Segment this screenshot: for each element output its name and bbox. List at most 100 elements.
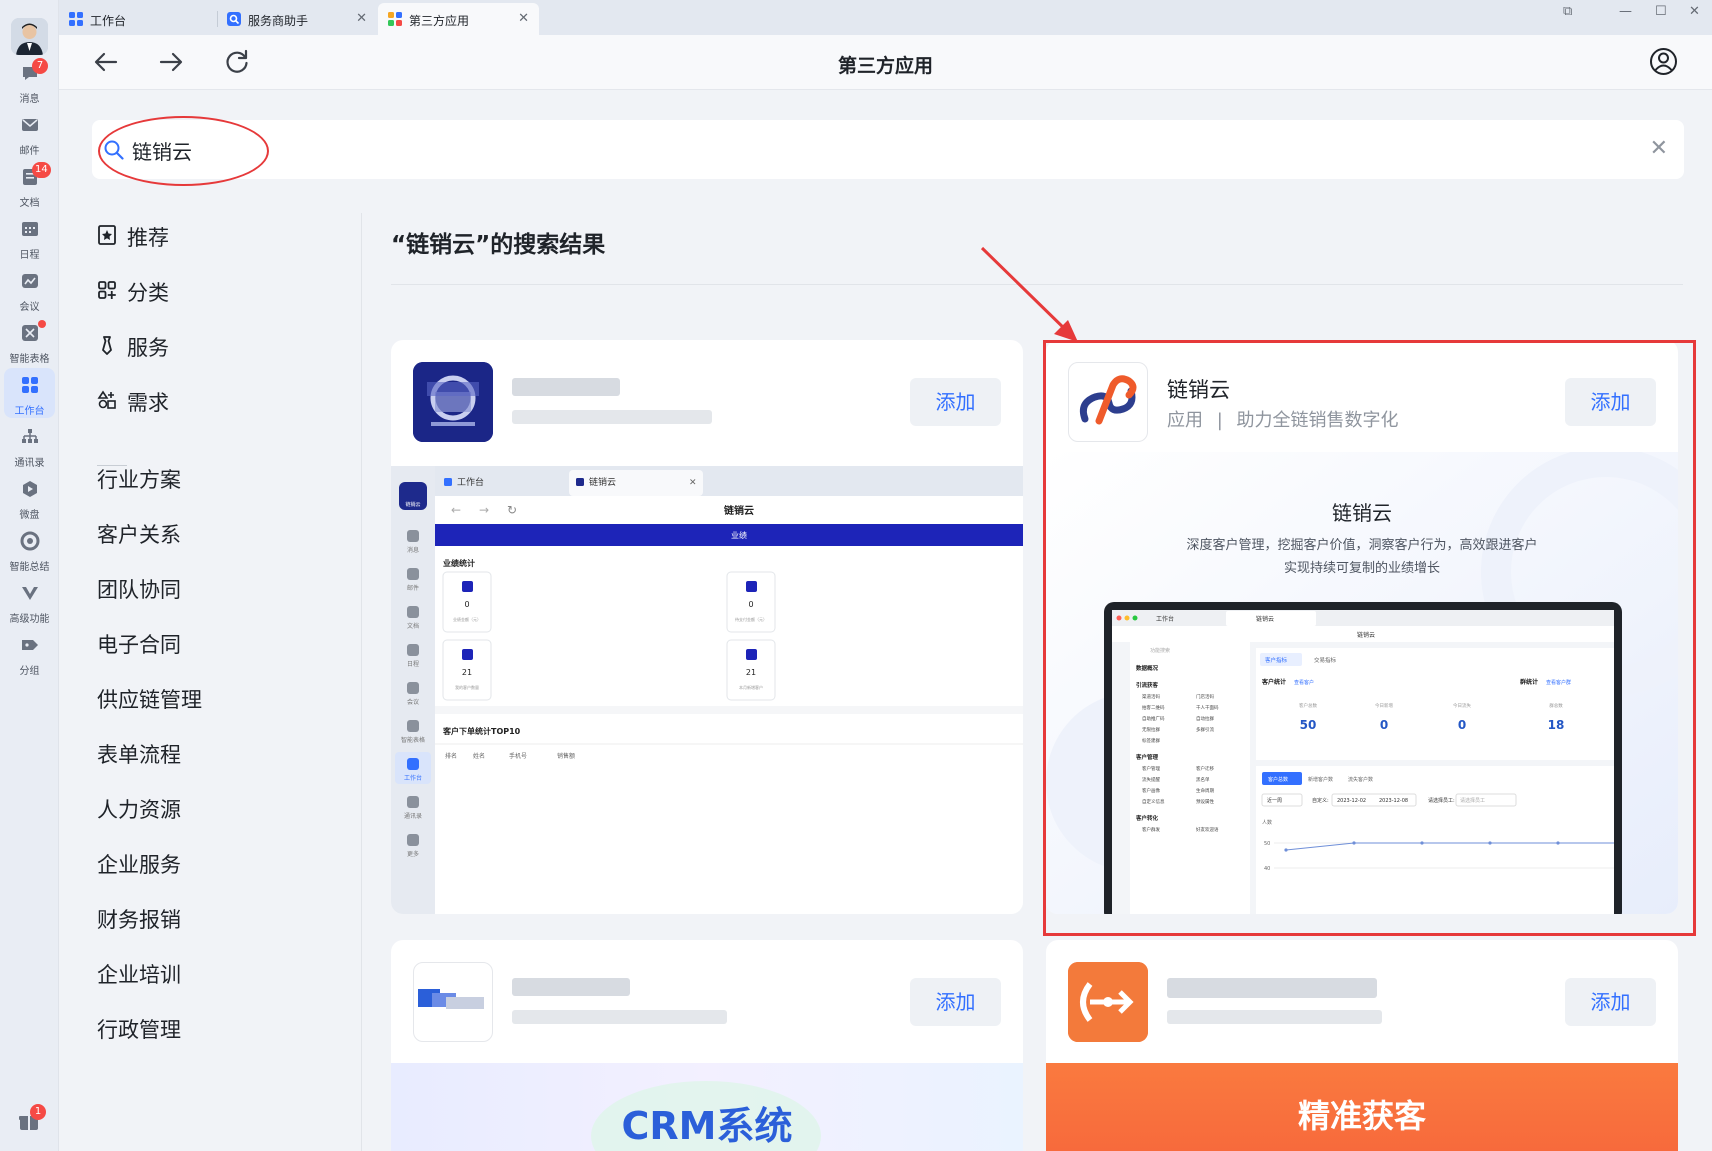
window-close-icon[interactable]: ✕	[1689, 4, 1700, 19]
rail-item-summary[interactable]: 智能总结	[4, 524, 55, 574]
app-card-1[interactable]: 添加 链销云 消息 邮件 文档 日程 会议 智能表格 工作台 通讯录 更多 工作台 链销云 ✕ …	[391, 340, 1023, 914]
rail-item-chat[interactable]: 消息 7	[4, 56, 55, 106]
tab-label: 第三方应用	[409, 14, 470, 28]
maximize-icon[interactable]: ☐	[1655, 4, 1667, 19]
category-label: 分类	[127, 281, 169, 305]
minimize-icon[interactable]: —	[1619, 4, 1632, 19]
tab-third-party-apps[interactable]: 第三方应用 ✕	[378, 3, 539, 35]
svg-text:✕: ✕	[689, 478, 697, 488]
star-bookmark-icon	[98, 225, 116, 245]
svg-text:日程: 日程	[407, 660, 419, 668]
category-item[interactable]: 团队协同	[97, 574, 181, 604]
rail-item-advanced[interactable]: 高级功能	[4, 576, 55, 626]
app-logo	[1068, 962, 1148, 1042]
rail-item-meeting[interactable]: 会议	[4, 264, 55, 314]
rail-item-group[interactable]: 分组	[4, 628, 55, 678]
app-card-4[interactable]: 添加 精准获客	[1046, 940, 1678, 1151]
svg-text:←: ←	[451, 503, 461, 517]
svg-text:邮件: 邮件	[407, 584, 419, 592]
mail-icon	[22, 119, 38, 131]
crm-banner: CRM系统	[391, 1063, 1023, 1151]
rail-item-mail[interactable]: 邮件	[4, 108, 55, 158]
unread-badge: 14	[32, 162, 51, 178]
add-button[interactable]: 添加	[910, 378, 1001, 426]
category-item[interactable]: 客户关系	[97, 519, 181, 549]
app-preview-screenshot: 链销云 消息邮件文档日程会议智能表格工作台通讯录更多 工作台 链销云 ✕ ← →…	[391, 466, 1023, 914]
category-item[interactable]: 表单流程	[97, 739, 181, 769]
preview-logo-text: 链销云	[405, 501, 420, 508]
svg-text:工作台: 工作台	[404, 774, 422, 782]
rail-item-contacts[interactable]: 通讯录	[4, 420, 55, 470]
category-item[interactable]: 企业培训	[97, 959, 181, 989]
avatar[interactable]	[11, 18, 48, 55]
clear-search-icon[interactable]: ✕	[1650, 138, 1668, 160]
service-assistant-tab-icon	[227, 12, 241, 26]
svg-text:21: 21	[746, 668, 756, 677]
demand-icon	[97, 390, 116, 409]
category-item[interactable]: 供应链管理	[97, 684, 202, 714]
rail-item-label: 高级功能	[9, 614, 50, 625]
svg-text:21: 21	[462, 668, 472, 677]
rail-item-drive[interactable]: 微盘	[4, 472, 55, 522]
app-logo	[413, 362, 493, 442]
rail-item-doc[interactable]: 文档 14	[4, 160, 55, 210]
restore-window-icon[interactable]: ⧉	[1563, 4, 1572, 19]
rail-item-label: 工作台	[14, 406, 45, 417]
tab-workbench[interactable]: 工作台	[59, 3, 217, 35]
rail-item-label: 分组	[19, 666, 40, 677]
summary-icon	[20, 531, 40, 551]
svg-text:手机号: 手机号	[509, 752, 527, 760]
smart-table-icon	[22, 325, 38, 341]
rail-item-label: 通讯录	[14, 458, 45, 469]
notification-dot	[38, 320, 46, 328]
add-button[interactable]: 添加	[910, 978, 1001, 1026]
workbench-tab-icon	[69, 12, 83, 26]
drive-icon	[23, 481, 37, 497]
search-annotation-circle	[98, 116, 269, 186]
category-item[interactable]: 财务报销	[97, 904, 181, 934]
svg-text:文档: 文档	[407, 622, 419, 630]
user-profile-icon[interactable]	[1649, 47, 1678, 76]
category-item[interactable]: 电子合同	[97, 629, 181, 659]
close-icon[interactable]: ✕	[356, 11, 367, 26]
preview-tab-label: 链销云	[589, 476, 616, 488]
svg-text:→: →	[479, 503, 489, 517]
third-party-app-tab-icon	[388, 12, 402, 26]
category-item[interactable]: 人力资源	[97, 794, 181, 824]
tab-service-assistant[interactable]: 服务商助手 ✕	[217, 3, 377, 35]
close-icon[interactable]: ✕	[518, 11, 529, 26]
preview-title: 链销云	[723, 504, 754, 517]
search-input[interactable]	[132, 135, 1582, 165]
crm-banner-text: CRM系统	[621, 1104, 793, 1148]
svg-text:↻: ↻	[507, 503, 517, 517]
rail-item-smart-table[interactable]: 智能表格	[4, 316, 55, 366]
category-label: 服务	[127, 336, 169, 360]
calendar-icon	[22, 222, 38, 236]
precise-acquisition-banner: 精准获客	[1046, 1063, 1678, 1151]
app-card-3[interactable]: 添加 CRM系统	[391, 940, 1023, 1151]
category-item[interactable]: 行业方案	[97, 464, 181, 494]
rail-item-label: 日程	[19, 250, 40, 261]
svg-text:销售额: 销售额	[557, 752, 575, 760]
annotation-arrow	[980, 246, 1078, 342]
svg-text:更多: 更多	[407, 850, 419, 858]
advanced-icon	[22, 587, 38, 600]
rail-item-calendar[interactable]: 日程	[4, 212, 55, 262]
left-rail: 消息 7 邮件 文档 14 日程会议智能表格工作台通讯录微盘智能总结高级功能分组 1	[0, 0, 59, 1151]
svg-text:业绩金额（元）: 业绩金额（元）	[453, 616, 481, 622]
rail-item-label: 智能表格	[9, 354, 50, 365]
rail-item-workbench[interactable]: 工作台	[4, 368, 55, 418]
rail-item-label: 微盘	[19, 510, 40, 521]
add-button[interactable]: 添加	[1565, 978, 1656, 1026]
preview-banner: 业绩	[731, 530, 747, 540]
tie-icon	[102, 336, 112, 355]
tab-label: 工作台	[90, 14, 127, 28]
unread-badge: 7	[32, 58, 48, 74]
category-item[interactable]: 行政管理	[97, 1014, 181, 1044]
category-item[interactable]: 企业服务	[97, 849, 181, 879]
gift-icon[interactable]: 1	[18, 1104, 46, 1134]
preview-top10: 客户下单统计TOP10	[442, 726, 521, 736]
app-search-bar: ✕	[92, 120, 1684, 179]
svg-text:通讯录: 通讯录	[404, 812, 422, 820]
unread-badge: 1	[30, 1104, 46, 1120]
